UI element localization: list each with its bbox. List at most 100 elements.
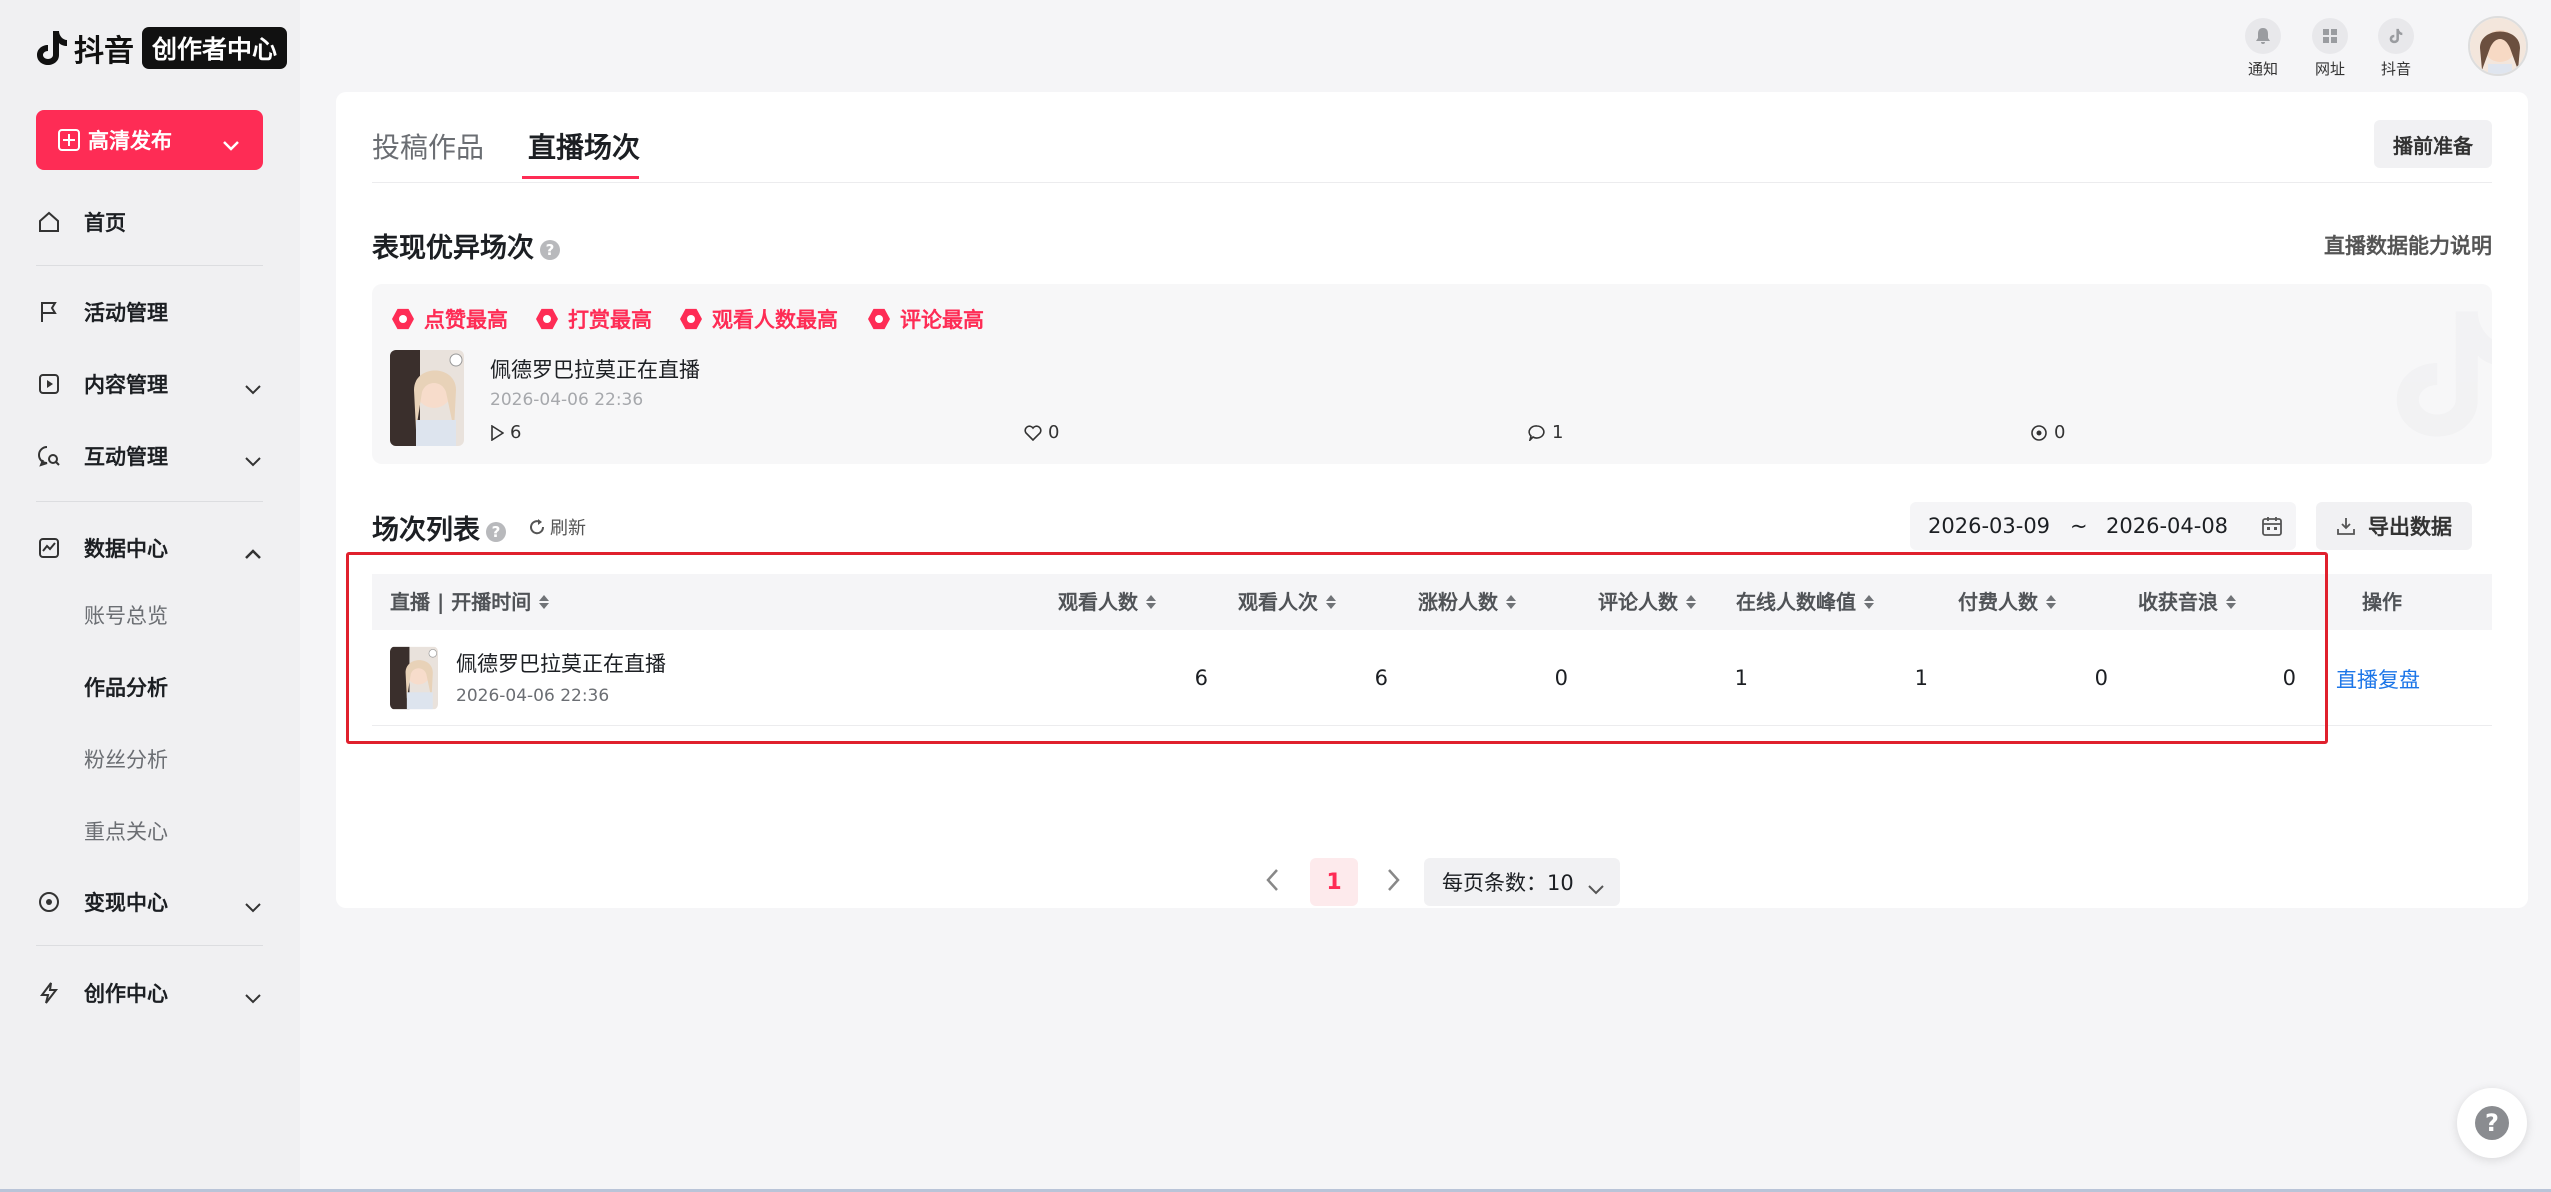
chevron-down-icon[interactable]: [223, 132, 239, 156]
page-size-label: 每页条数：10: [1442, 871, 1574, 895]
header-sites[interactable]: 网址: [2310, 18, 2350, 79]
col-sound-waves[interactable]: 收获音浪: [2138, 574, 2236, 630]
tag-label: 观看人数最高: [712, 308, 838, 332]
sidebar-item-home[interactable]: 首页: [36, 202, 263, 242]
sidebar-subitem-fan-analysis[interactable]: 粉丝分析: [84, 744, 168, 774]
list-section-title: 场次列表?: [372, 508, 506, 547]
tag-label: 点赞最高: [424, 308, 508, 332]
calendar-icon[interactable]: [2262, 516, 2282, 541]
col-label: 在线人数峰值: [1736, 590, 1856, 614]
play-icon: [490, 424, 504, 441]
refresh-icon: [528, 518, 546, 536]
col-live-start-time[interactable]: 直播 | 开播时间: [390, 574, 550, 630]
sidebar-item-data-center[interactable]: 数据中心: [36, 528, 263, 568]
help-icon[interactable]: ?: [486, 521, 506, 542]
best-section-title: 表现优异场次?: [372, 226, 560, 265]
sort-icon: [1686, 595, 1696, 609]
col-paying-users[interactable]: 付费人数: [1958, 574, 2056, 630]
tab-submissions[interactable]: 投稿作品: [372, 126, 484, 166]
page-1-button[interactable]: 1: [1310, 858, 1358, 906]
col-viewers[interactable]: 观看人数: [1058, 574, 1156, 630]
tab-live-sessions[interactable]: 直播场次: [528, 126, 640, 166]
stat-coins: 0: [2030, 422, 2065, 443]
publish-button[interactable]: 高清发布: [36, 110, 263, 170]
divider: [36, 265, 263, 266]
help-icon[interactable]: ?: [540, 239, 560, 260]
stat-likes: 0: [1024, 422, 1059, 443]
avatar[interactable]: [2468, 16, 2528, 76]
col-commenters[interactable]: 评论人数: [1598, 574, 1696, 630]
stat-plays: 6: [490, 422, 521, 443]
live-thumbnail[interactable]: [390, 646, 438, 710]
live-review-link[interactable]: 直播复盘: [2336, 664, 2420, 694]
tiktok-watermark-icon: [2392, 304, 2492, 444]
brand-name: 抖音: [74, 34, 134, 69]
page-prev-button[interactable]: [1264, 866, 1282, 898]
header-label: 抖音: [2380, 60, 2411, 78]
export-data-button[interactable]: 导出数据: [2316, 502, 2472, 550]
chart-icon: [36, 535, 62, 561]
cell-views: 6: [1374, 666, 1388, 690]
date-separator: ~: [2070, 514, 2088, 538]
sidebar-item-monetization[interactable]: 变现中心: [36, 882, 263, 922]
date-range-picker[interactable]: 2026-03-09 ~ 2026-04-08: [1910, 502, 2296, 550]
sidebar-item-label: 内容管理: [84, 373, 168, 397]
sort-icon: [1864, 595, 1874, 609]
col-label: 评论人数: [1598, 590, 1678, 614]
sidebar-item-creation[interactable]: 创作中心: [36, 973, 263, 1013]
tiktok-icon: [2378, 18, 2414, 54]
bell-icon: [2245, 18, 2281, 54]
brand-logo[interactable]: 抖音 创作者中心: [36, 27, 288, 69]
help-float-button[interactable]: ?: [2457, 1088, 2527, 1158]
brand-badge: 创作者中心: [142, 27, 288, 69]
tag-label: 打赏最高: [568, 308, 652, 332]
plus-square-icon: [58, 129, 80, 151]
sidebar-subitem-account-overview[interactable]: 账号总览: [84, 600, 168, 630]
tag-most-comments[interactable]: 评论最高: [868, 304, 984, 334]
table-row[interactable]: 佩德罗巴拉莫正在直播 2026-04-06 22:36 6 6 0 1 1 0 …: [372, 630, 2492, 726]
data-capability-link[interactable]: 直播数据能力说明: [2324, 230, 2492, 260]
heart-icon: [1024, 424, 1042, 441]
table-header: 直播 | 开播时间 观看人数 观看人次 涨粉人数 评论人数 在线人数峰值 付费人…: [372, 574, 2492, 630]
tag-label: 评论最高: [900, 308, 984, 332]
best-session-panel: 点赞最高 打赏最高 观看人数最高 评论最高 佩德罗巴拉莫正在直播 2026-04…: [372, 284, 2492, 464]
best-session-name[interactable]: 佩德罗巴拉莫正在直播: [490, 354, 700, 384]
chevron-down-icon: [245, 448, 261, 472]
tag-most-gifts[interactable]: 打赏最高: [536, 304, 652, 334]
row-live-name[interactable]: 佩德罗巴拉莫正在直播: [456, 648, 666, 678]
pre-broadcast-button[interactable]: 播前准备: [2374, 120, 2492, 168]
sidebar: 抖音 创作者中心 高清发布 首页 活动管理 内容管理 互动管理 数据中心 账号总…: [0, 0, 300, 1192]
stat-value: 6: [510, 422, 522, 443]
comment-badge-icon: [868, 308, 890, 330]
live-thumbnail[interactable]: [390, 350, 464, 446]
col-views[interactable]: 观看人次: [1238, 574, 1336, 630]
sidebar-item-interaction[interactable]: 互动管理: [36, 436, 263, 476]
tag-most-viewers[interactable]: 观看人数最高: [680, 304, 838, 334]
col-new-fans[interactable]: 涨粉人数: [1418, 574, 1516, 630]
coin-icon: [2030, 424, 2048, 442]
cell-commenters: 1: [1734, 666, 1748, 690]
date-start[interactable]: 2026-03-09: [1928, 514, 2050, 538]
header-douyin[interactable]: 抖音: [2376, 18, 2416, 79]
refresh-button[interactable]: 刷新: [528, 514, 586, 540]
col-label: 直播 | 开播时间: [390, 590, 532, 614]
sidebar-item-label: 数据中心: [84, 537, 168, 561]
sidebar-subitem-key-focus[interactable]: 重点关心: [84, 816, 168, 846]
page-size-select[interactable]: 每页条数：10: [1424, 858, 1620, 906]
date-end[interactable]: 2026-04-08: [2106, 514, 2228, 538]
divider: [36, 501, 263, 502]
tag-most-likes[interactable]: 点赞最高: [392, 304, 508, 334]
col-label: 操作: [2362, 590, 2402, 614]
sidebar-item-activity[interactable]: 活动管理: [36, 292, 263, 332]
gift-badge-icon: [536, 308, 558, 330]
col-label: 观看人数: [1058, 590, 1138, 614]
col-label: 付费人数: [1958, 590, 2038, 614]
section-title-text: 场次列表: [372, 515, 480, 546]
page-next-button[interactable]: [1384, 866, 1402, 898]
col-peak-online[interactable]: 在线人数峰值: [1736, 574, 1874, 630]
header-notification[interactable]: 通知: [2243, 18, 2283, 79]
divider: [36, 945, 263, 946]
sidebar-item-content[interactable]: 内容管理: [36, 364, 263, 404]
sidebar-subitem-content-analysis[interactable]: 作品分析: [84, 672, 168, 702]
chevron-down-icon: [245, 894, 261, 918]
